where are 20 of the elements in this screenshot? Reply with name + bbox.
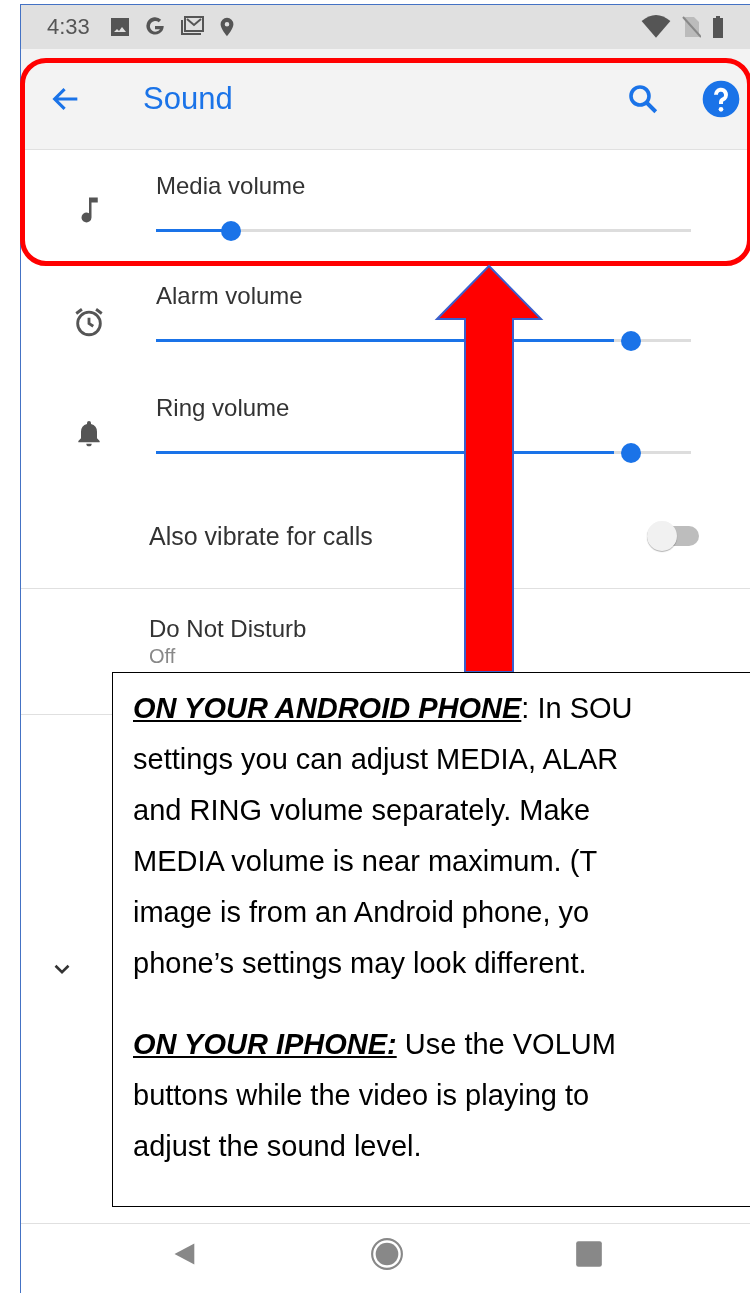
volume-label: Ring volume [156, 394, 290, 422]
wifi-icon [641, 15, 671, 39]
volume-label: Media volume [156, 172, 306, 200]
status-time: 4:33 [47, 14, 90, 40]
setting-label: Also vibrate for calls [149, 521, 374, 551]
setting-summary: Off [149, 645, 176, 667]
setting-title: Do Not Disturb [149, 615, 307, 643]
screen-title: Sound [143, 81, 233, 117]
slider-thumb[interactable] [621, 443, 642, 463]
callout-paragraph: ON YOUR ANDROID PHONE: In SOU settings you can adjust MEDIA, ALAR and RING volume separately. Make MEDIA volume is near maximum. (T image is from an Android phone, yo phone’s settings may look different. [133, 691, 634, 981]
no-sim-icon [681, 15, 701, 39]
help-button[interactable] [701, 79, 741, 119]
volume-label: Alarm volume [156, 282, 303, 310]
battery-icon [711, 15, 725, 39]
home-circle-icon[interactable] [370, 1237, 404, 1271]
callout-paragraph: ON YOUR IPHONE: Use the VOLUM buttons while the video is playing to adjust the sound level. [133, 1027, 617, 1164]
toggle-switch[interactable] [645, 519, 701, 553]
slider-thumb[interactable] [621, 331, 642, 351]
slider-thumb[interactable] [220, 221, 241, 241]
overview-square-icon[interactable] [575, 1240, 603, 1268]
